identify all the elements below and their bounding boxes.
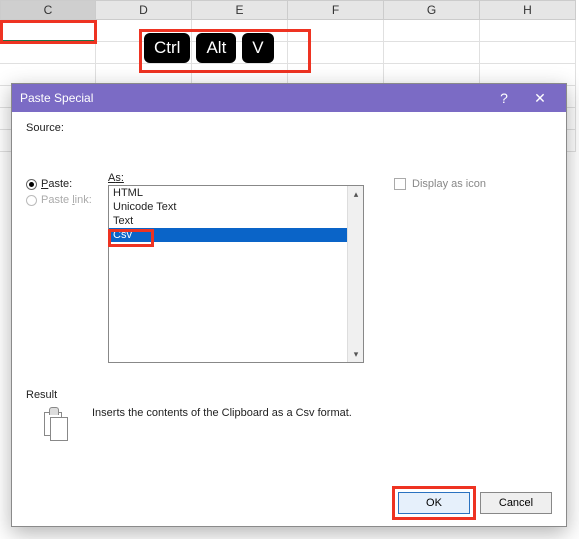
paste-special-dialog: Paste Special ? ✕ Source: Paste: Paste l… — [11, 83, 567, 527]
dialog-body: Source: Paste: Paste link: As: HTML Unic… — [12, 112, 566, 461]
as-column: As: HTML Unicode Text Text Csv ▴ ▾ — [108, 172, 364, 363]
ok-button[interactable]: OK — [398, 492, 470, 514]
cell[interactable] — [288, 42, 384, 64]
cell[interactable] — [384, 42, 480, 64]
clipboard-icon — [36, 407, 76, 449]
cell[interactable] — [480, 20, 576, 42]
result-label: Result — [26, 389, 552, 401]
cell[interactable] — [384, 20, 480, 42]
display-as-icon-row: Display as icon — [394, 178, 552, 190]
cell-selected[interactable] — [0, 20, 96, 42]
list-item-csv[interactable]: Csv — [109, 228, 347, 242]
key-ctrl: Ctrl — [144, 33, 190, 63]
col-header-f[interactable]: F — [288, 0, 384, 20]
checkbox-icon — [394, 178, 406, 190]
result-text: Inserts the contents of the Clipboard as… — [92, 407, 352, 419]
source-label: Source: — [26, 122, 552, 134]
col-header-c[interactable]: C — [0, 0, 96, 20]
key-alt: Alt — [196, 33, 236, 63]
cell[interactable] — [0, 42, 96, 64]
scroll-down-icon[interactable]: ▾ — [348, 346, 364, 362]
list-item-html[interactable]: HTML — [109, 186, 347, 200]
paste-link-radio-row: Paste link: — [26, 194, 98, 206]
dialog-title: Paste Special — [20, 91, 486, 105]
radio-icon — [26, 195, 37, 206]
list-item-text[interactable]: Text — [109, 214, 347, 228]
close-button[interactable]: ✕ — [522, 90, 558, 107]
list-item-unicode[interactable]: Unicode Text — [109, 200, 347, 214]
col-header-e[interactable]: E — [192, 0, 288, 20]
radio-icon — [26, 179, 37, 190]
col-header-h[interactable]: H — [480, 0, 576, 20]
cell[interactable] — [480, 42, 576, 64]
help-button[interactable]: ? — [486, 90, 522, 106]
listbox-scrollbar[interactable]: ▴ ▾ — [347, 186, 363, 362]
scroll-up-icon[interactable]: ▴ — [348, 186, 364, 202]
dialog-titlebar[interactable]: Paste Special ? ✕ — [12, 84, 566, 112]
display-as-icon-label: Display as icon — [412, 178, 486, 190]
key-v: V — [242, 33, 273, 63]
column-headers: C D E F G H — [0, 0, 579, 20]
keyboard-shortcut: Ctrl Alt V — [144, 33, 274, 63]
col-header-g[interactable]: G — [384, 0, 480, 20]
cell[interactable] — [288, 20, 384, 42]
cancel-button[interactable]: Cancel — [480, 492, 552, 514]
right-options: Display as icon — [374, 172, 552, 190]
paste-mode-radios: Paste: Paste link: — [26, 172, 98, 210]
as-label: As: — [108, 172, 364, 184]
paste-link-radio-label: Paste link: — [41, 194, 92, 206]
format-listbox[interactable]: HTML Unicode Text Text Csv ▴ ▾ — [108, 185, 364, 363]
dialog-buttons: OK Cancel — [398, 492, 552, 514]
paste-radio-label: Paste: — [41, 178, 72, 190]
paste-radio-row[interactable]: Paste: — [26, 178, 98, 190]
col-header-d[interactable]: D — [96, 0, 192, 20]
